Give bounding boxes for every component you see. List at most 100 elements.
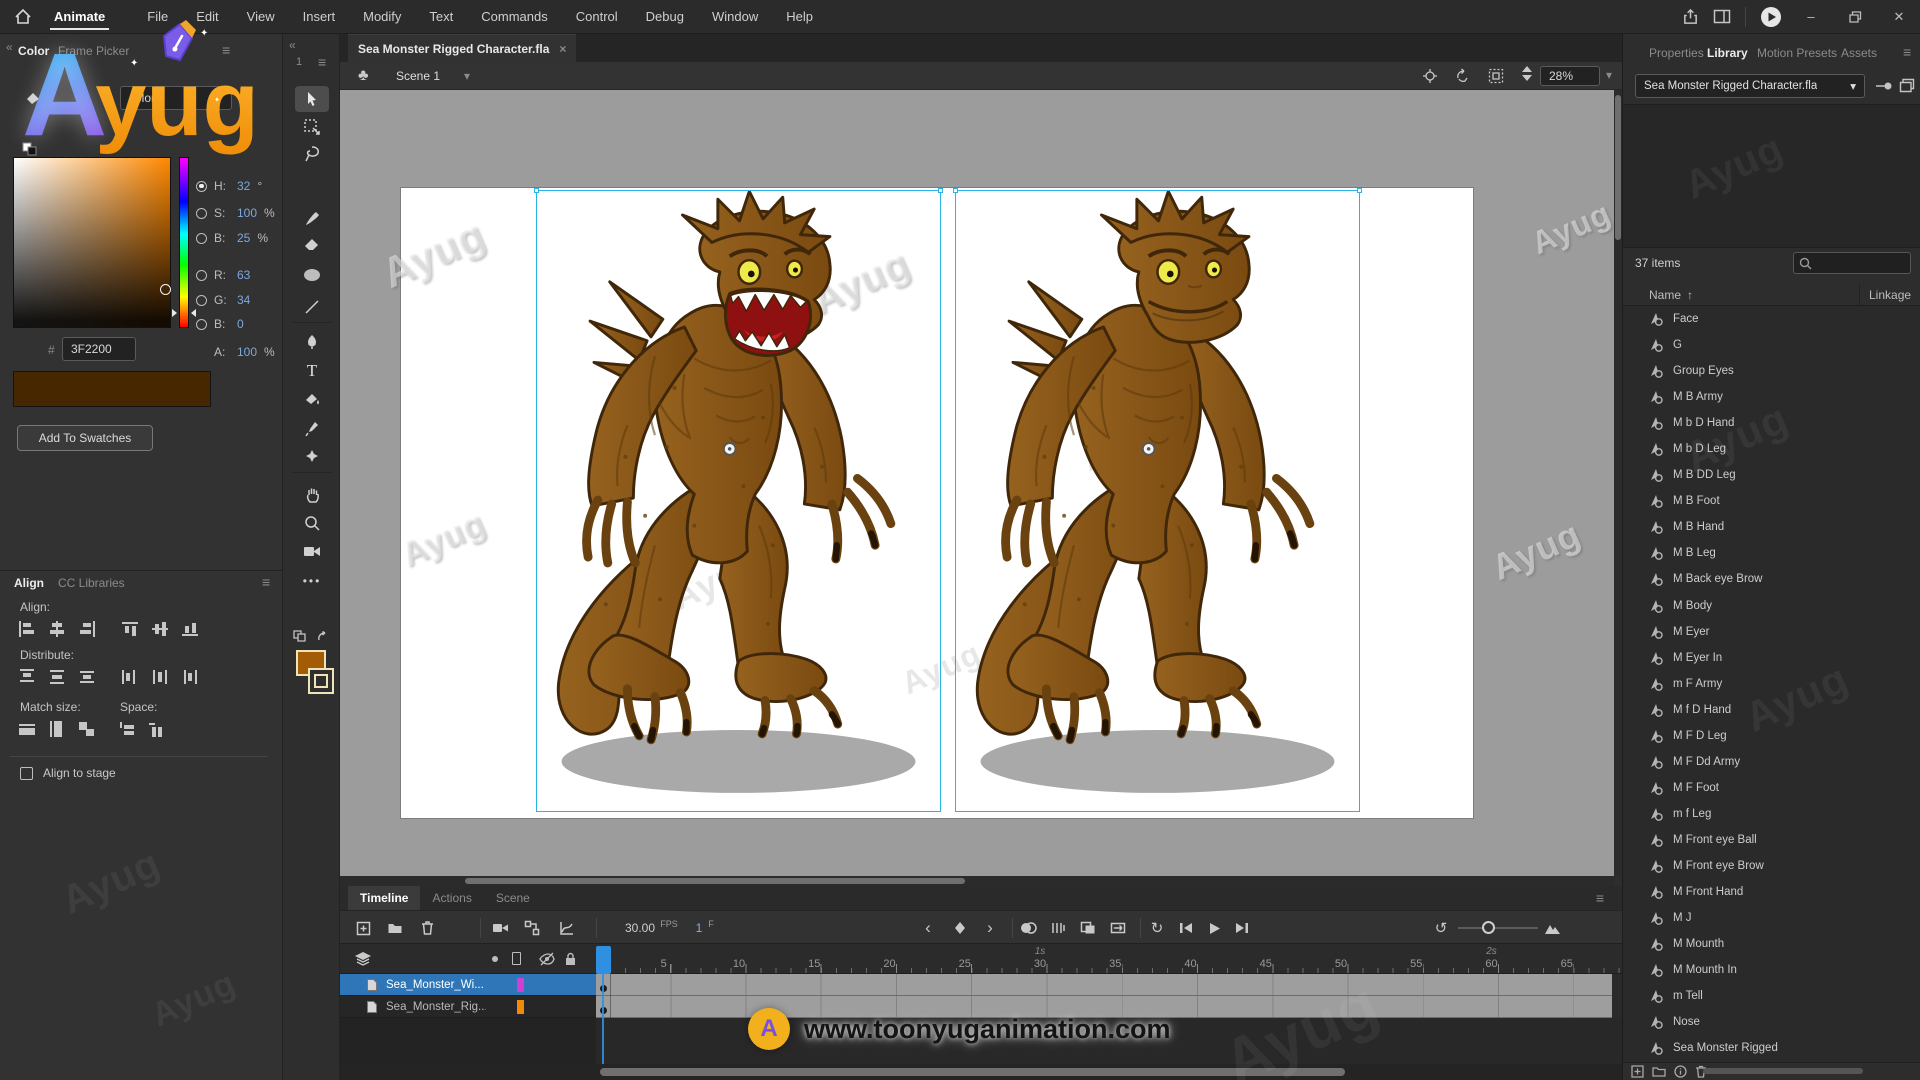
delete-layer-button[interactable] [416,911,438,945]
color-field-value[interactable]: 0 [237,317,244,331]
library-item-4[interactable]: M b D Hand [1623,410,1920,436]
tab-scene[interactable]: Scene [484,886,542,910]
library-item-14[interactable]: m F Army [1623,671,1920,697]
layer-frames-strip[interactable] [596,996,1612,1018]
timeline-menu-icon[interactable]: ≡ [1596,890,1604,906]
library-item-21[interactable]: M Front eye Brow [1623,853,1920,879]
library-item-28[interactable]: Sea Monster Rigged [1623,1035,1920,1061]
scrollbar-thumb[interactable] [465,878,965,884]
distribute-center-icon[interactable] [150,668,172,685]
stage-pasteboard[interactable]: Ayug Ayug Ayug Ayug Ayug Ayug Ayug Ayug [340,90,1614,876]
show-parenting-view-button[interactable] [521,911,543,945]
menu-debug[interactable]: Debug [632,0,698,33]
tab-properties[interactable]: Properties [1649,46,1704,60]
menu-control[interactable]: Control [562,0,632,33]
timeline-zoom-slider-track[interactable] [1458,927,1538,929]
library-item-10[interactable]: M Back eye Brow [1623,566,1920,592]
distribute-left-icon[interactable] [120,668,142,685]
distribute-bottom-icon[interactable] [76,668,98,685]
tab-timeline[interactable]: Timeline [348,886,420,910]
item-properties-button[interactable] [1674,1065,1687,1078]
hue-slider[interactable] [179,157,189,328]
new-folder-button[interactable] [384,911,406,945]
home-icon[interactable] [14,8,32,25]
step-forward-button[interactable] [1230,911,1254,945]
stroke-color-swatch[interactable] [308,668,334,694]
space-vertical-icon[interactable] [116,720,138,737]
insert-keyframe-button[interactable] [948,911,972,945]
tab-actions[interactable]: Actions [420,886,483,910]
menu-modify[interactable]: Modify [349,0,415,33]
onion-skin-outlines-button[interactable] [1046,911,1070,945]
menu-help[interactable]: Help [772,0,827,33]
library-menu-icon[interactable]: ≡ [1903,44,1911,60]
new-library-panel-icon[interactable] [1899,78,1915,93]
rotate-view-icon[interactable] [1454,68,1472,84]
layer-outline-color-chip[interactable] [517,1000,524,1014]
selection-box-monster-open-mouth[interactable] [536,190,941,812]
color-field-value[interactable]: 63 [237,268,250,282]
align-middle-vertical-icon[interactable] [150,620,172,637]
library-document-select[interactable]: Sea Monster Rigged Character.fla ▾ [1635,74,1865,98]
layers-stack-icon[interactable] [354,951,372,967]
selection-box-monster-closed-mouth[interactable] [955,190,1360,812]
layer-outline-color-chip[interactable] [517,978,524,992]
scrollbar-thumb[interactable] [1615,95,1621,240]
previous-keyframe-button[interactable]: ‹ [918,911,938,945]
swap-fill-stroke-icon[interactable] [316,630,330,644]
edit-scene-icon[interactable]: ♣ [358,67,369,85]
lasso-tool[interactable] [295,141,329,167]
close-button[interactable]: ✕ [1884,0,1914,33]
hue-marker-right[interactable] [191,309,196,317]
outline-view-column-icon[interactable] [512,952,521,965]
center-stage-icon[interactable] [1422,68,1438,84]
color-field-radio[interactable] [196,295,207,306]
library-item-26[interactable]: m Tell [1623,983,1920,1009]
pin-library-icon[interactable] [1875,80,1893,92]
swap-colors-icon[interactable] [293,630,309,644]
menu-insert[interactable]: Insert [289,0,350,33]
selection-handle[interactable] [953,188,958,193]
free-transform-tool[interactable] [295,114,329,140]
align-left-icon[interactable] [16,620,38,637]
timeline-layer-row-1[interactable]: Sea_Monster_Rig... [340,996,1622,1018]
stroke-color-icon[interactable] [26,116,44,132]
selection-handle[interactable] [938,188,943,193]
align-to-stage-checkbox[interactable] [20,767,33,780]
color-field-value[interactable]: 32 [237,179,250,193]
layer-frames-strip[interactable] [596,974,1612,996]
play-button[interactable] [1202,911,1226,945]
restore-button[interactable] [1840,0,1870,33]
reset-timeline-zoom-button[interactable]: ↺ [1430,911,1452,945]
text-tool[interactable]: T [295,358,329,384]
color-field-radio[interactable] [196,270,207,281]
menu-text[interactable]: Text [415,0,467,33]
library-item-17[interactable]: M F Dd Army [1623,749,1920,775]
test-movie-play-button[interactable] [1760,6,1782,28]
new-layer-button[interactable] [352,911,374,945]
tab-assets[interactable]: Assets [1841,46,1877,60]
selection-handle[interactable] [534,188,539,193]
align-center-horizontal-icon[interactable] [46,620,68,637]
workspace-icon[interactable] [1713,9,1731,24]
library-item-27[interactable]: Nose [1623,1009,1920,1035]
hand-tool[interactable] [295,482,329,508]
sea-monster-artwork-open-mouth[interactable] [537,191,940,811]
tools-menu-icon[interactable]: ≡ [318,54,326,70]
library-item-5[interactable]: M b D Leg [1623,436,1920,462]
fill-color-icon[interactable] [24,90,44,106]
align-right-icon[interactable] [76,620,98,637]
library-item-13[interactable]: M Eyer In [1623,645,1920,671]
menu-window[interactable]: Window [698,0,772,33]
next-keyframe-button[interactable]: › [980,911,1000,945]
eyedropper-tool[interactable] [295,416,329,442]
sort-ascending-icon[interactable]: ↑ [1687,288,1693,302]
onion-skin-button[interactable] [1016,911,1040,945]
distribute-right-icon[interactable] [180,668,202,685]
distribute-top-icon[interactable] [16,668,38,685]
menu-commands[interactable]: Commands [467,0,561,33]
column-linkage[interactable]: Linkage [1869,288,1911,302]
library-item-18[interactable]: M F Foot [1623,775,1920,801]
align-top-icon[interactable] [120,620,142,637]
color-field-value[interactable]: 25 [237,231,250,245]
